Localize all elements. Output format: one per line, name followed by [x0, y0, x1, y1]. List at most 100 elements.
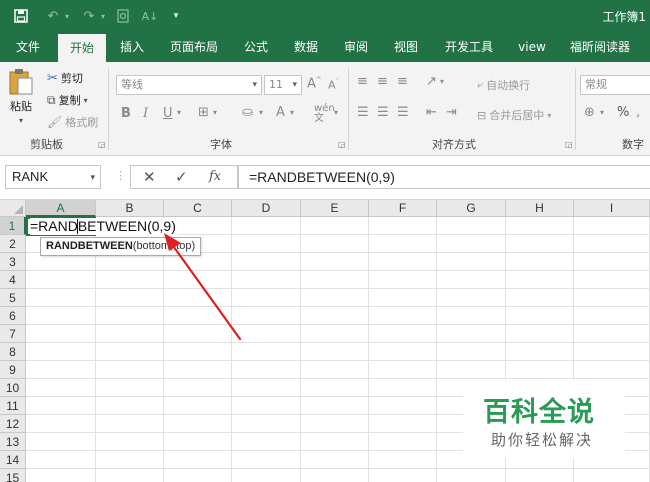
tab-developer[interactable]: 开发工具 [436, 32, 502, 62]
align-left-icon[interactable]: ☰ [357, 105, 369, 120]
comma-icon[interactable]: , [636, 105, 640, 120]
decrease-font-icon[interactable]: Aˇ [328, 78, 339, 92]
align-top-icon[interactable]: ≡ [357, 74, 368, 89]
font-launcher-icon[interactable]: ◲ [338, 140, 346, 149]
merge-center-label: 合并后居中 [489, 109, 545, 122]
align-center-icon[interactable]: ☰ [377, 105, 389, 120]
phonetic-dropdown-icon[interactable]: ▾ [334, 108, 338, 117]
row-header-5[interactable]: 5 [0, 289, 26, 307]
underline-dropdown-icon[interactable]: ▾ [177, 108, 181, 117]
row-header-10[interactable]: 10 [0, 379, 26, 397]
row-header-15[interactable]: 15 [0, 469, 26, 482]
wrap-text-button[interactable]: ⤶ 自动换行 [477, 77, 530, 93]
name-box[interactable]: RANK ▾ [5, 165, 101, 189]
tab-file[interactable]: 文件 [6, 32, 50, 62]
clipboard-launcher-icon[interactable]: ◲ [98, 140, 106, 149]
row-header-11[interactable]: 11 [0, 397, 26, 415]
border-icon[interactable]: ⊞ [198, 105, 209, 120]
bold-button[interactable]: B [121, 106, 131, 121]
row-header-12[interactable]: 12 [0, 415, 26, 433]
row-header-4[interactable]: 4 [0, 271, 26, 289]
tab-view[interactable]: 视图 [384, 32, 428, 62]
paste-label: 粘贴 [10, 100, 32, 113]
paste-button[interactable]: 粘贴 ▾ [8, 68, 34, 125]
fill-color-icon[interactable]: ⛀ [242, 105, 253, 120]
row-header-7[interactable]: 7 [0, 325, 26, 343]
underline-button[interactable]: U [163, 106, 173, 121]
align-bottom-icon[interactable]: ≡ [397, 74, 408, 89]
enter-icon[interactable]: ✓ [175, 168, 188, 186]
column-header-c[interactable]: C [164, 200, 232, 217]
tab-review[interactable]: 审阅 [334, 32, 378, 62]
increase-indent-icon[interactable]: ⇥ [446, 105, 457, 120]
decrease-indent-icon[interactable]: ⇤ [426, 105, 437, 120]
undo-dropdown-icon[interactable]: ▾ [62, 7, 72, 25]
row-header-13[interactable]: 13 [0, 433, 26, 451]
orientation-dropdown-icon[interactable]: ▾ [440, 77, 444, 86]
number-format-value: 常规 [585, 78, 607, 91]
cut-label: 剪切 [60, 72, 83, 85]
customize-icon[interactable]: ▾ [170, 7, 182, 25]
sort-icon[interactable]: A↓ [141, 7, 159, 25]
copy-button[interactable]: ⧉ 复制 ▾ [47, 92, 88, 108]
gridline [163, 217, 164, 482]
select-all-button[interactable] [0, 200, 26, 217]
brush-icon: 🖌 [47, 115, 63, 129]
undo-icon[interactable]: ↶ [44, 7, 62, 25]
italic-button[interactable]: I [143, 106, 148, 121]
align-right-icon[interactable]: ☰ [397, 105, 409, 120]
row-header-3[interactable]: 3 [0, 253, 26, 271]
alignment-launcher-icon[interactable]: ◲ [565, 140, 573, 149]
insert-function-icon[interactable]: fx [209, 169, 221, 184]
tab-insert[interactable]: 插入 [110, 32, 154, 62]
formula-input[interactable]: =RANDBETWEEN(0,9) [238, 165, 650, 189]
column-header-b[interactable]: B [96, 200, 164, 217]
tab-view-en[interactable]: view [510, 32, 554, 62]
cell-a1-editing-text[interactable]: =RANDBETWEEN(0,9) [30, 218, 178, 235]
currency-dropdown-icon[interactable]: ▾ [600, 108, 604, 117]
font-color-dropdown-icon[interactable]: ▾ [290, 108, 294, 117]
percent-button[interactable]: % [617, 105, 629, 120]
row-header-6[interactable]: 6 [0, 307, 26, 325]
tab-home[interactable]: 开始 [58, 34, 106, 62]
font-size-select[interactable]: 11 ▾ [264, 75, 302, 95]
row-header-1[interactable]: 1 [0, 217, 26, 235]
column-header-g[interactable]: G [437, 200, 506, 217]
cut-button[interactable]: ✂ 剪切 [47, 70, 83, 86]
tab-formulas[interactable]: 公式 [234, 32, 278, 62]
phonetic-icon[interactable]: wén 文 [314, 104, 335, 124]
orientation-icon[interactable]: ↗ [426, 74, 437, 89]
column-header-f[interactable]: F [369, 200, 437, 217]
save-icon[interactable] [12, 7, 30, 25]
fill-dropdown-icon[interactable]: ▾ [259, 108, 263, 117]
column-header-h[interactable]: H [506, 200, 574, 217]
redo-icon[interactable]: ↷ [80, 7, 98, 25]
cancel-icon[interactable]: ✕ [143, 168, 156, 186]
font-name-select[interactable]: 等线 ▾ [116, 75, 262, 95]
number-format-select[interactable]: 常规 [580, 75, 650, 95]
currency-icon[interactable]: ⊕ [584, 105, 595, 120]
increase-font-icon[interactable]: A^ [307, 76, 322, 91]
row-header-8[interactable]: 8 [0, 343, 26, 361]
column-header-e[interactable]: E [301, 200, 369, 217]
gridline [26, 288, 650, 289]
row-header-9[interactable]: 9 [0, 361, 26, 379]
row-header-2[interactable]: 2 [0, 235, 26, 253]
font-group-label: 字体 [210, 138, 232, 151]
row-header-14[interactable]: 14 [0, 451, 26, 469]
merge-center-button[interactable]: ⊟ 合并后居中 ▾ [477, 107, 551, 123]
align-middle-icon[interactable]: ≡ [377, 74, 388, 89]
column-header-a[interactable]: A [26, 200, 96, 217]
format-painter-button[interactable]: 🖌 格式刷 [47, 114, 98, 130]
column-header-d[interactable]: D [232, 200, 301, 217]
tooltip-function-name[interactable]: RANDBETWEEN [46, 240, 133, 252]
column-header-i[interactable]: I [574, 200, 650, 217]
border-dropdown-icon[interactable]: ▾ [213, 108, 217, 117]
tab-foxit[interactable]: 福昕阅读器 [562, 32, 638, 62]
tab-page-layout[interactable]: 页面布局 [162, 32, 226, 62]
print-preview-icon[interactable] [114, 7, 132, 25]
redo-dropdown-icon[interactable]: ▾ [98, 7, 108, 25]
tab-data[interactable]: 数据 [284, 32, 328, 62]
copy-dropdown-icon: ▾ [83, 95, 88, 105]
font-color-icon[interactable]: A [276, 105, 285, 120]
